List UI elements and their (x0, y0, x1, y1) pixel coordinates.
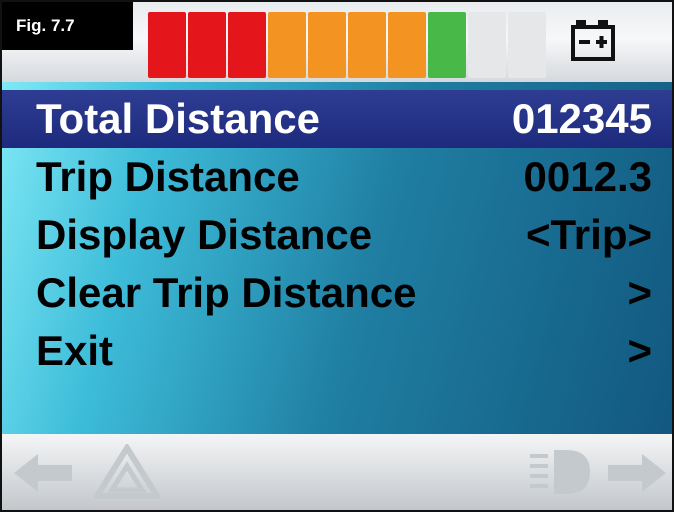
menu-item-value: > (627, 269, 652, 316)
battery-segment-9 (468, 12, 506, 78)
menu-item-exit[interactable]: Exit > (2, 322, 672, 380)
menu-screen: Total Distance 012345 Trip Distance 0012… (2, 82, 672, 434)
right-arrow-icon[interactable] (606, 452, 668, 494)
battery-segment-1 (148, 12, 186, 78)
battery-segment-8 (428, 12, 466, 78)
menu-item-label: Exit (36, 327, 114, 374)
battery-segment-10 (508, 12, 546, 78)
menu-item-value: 012345 (511, 95, 652, 142)
menu-item-label: Trip Distance (36, 153, 300, 200)
battery-icon (571, 20, 615, 61)
display-frame: Fig. 7.7 Total Distance 012345 Trip Dist… (0, 0, 674, 512)
menu-item-trip-distance[interactable]: Trip Distance 0012.3 (2, 148, 672, 206)
status-bar: Fig. 7.7 (2, 2, 672, 82)
menu-item-label: Display Distance (36, 211, 373, 258)
battery-segment-5 (308, 12, 346, 78)
battery-segment-4 (268, 12, 306, 78)
menu-item-value: > (627, 327, 652, 374)
menu-item-value: <Trip> (525, 211, 652, 258)
menu-item-value: 0012.3 (523, 153, 652, 200)
battery-segment-2 (188, 12, 226, 78)
hazard-warning-icon[interactable] (94, 444, 160, 500)
battery-segment-6 (348, 12, 386, 78)
left-arrow-icon[interactable] (12, 452, 74, 494)
figure-label: Fig. 7.7 (2, 2, 133, 50)
menu-item-total-distance[interactable]: Total Distance 012345 (2, 90, 672, 148)
menu-item-clear-trip-distance[interactable]: Clear Trip Distance > (2, 264, 672, 322)
menu-item-label: Total Distance (36, 95, 320, 142)
control-bar (2, 434, 672, 510)
menu-item-label: Clear Trip Distance (36, 269, 417, 316)
battery-segment-3 (228, 12, 266, 78)
battery-segment-7 (388, 12, 426, 78)
headlight-icon[interactable] (528, 446, 592, 498)
menu-item-display-distance[interactable]: Display Distance <Trip> (2, 206, 672, 264)
